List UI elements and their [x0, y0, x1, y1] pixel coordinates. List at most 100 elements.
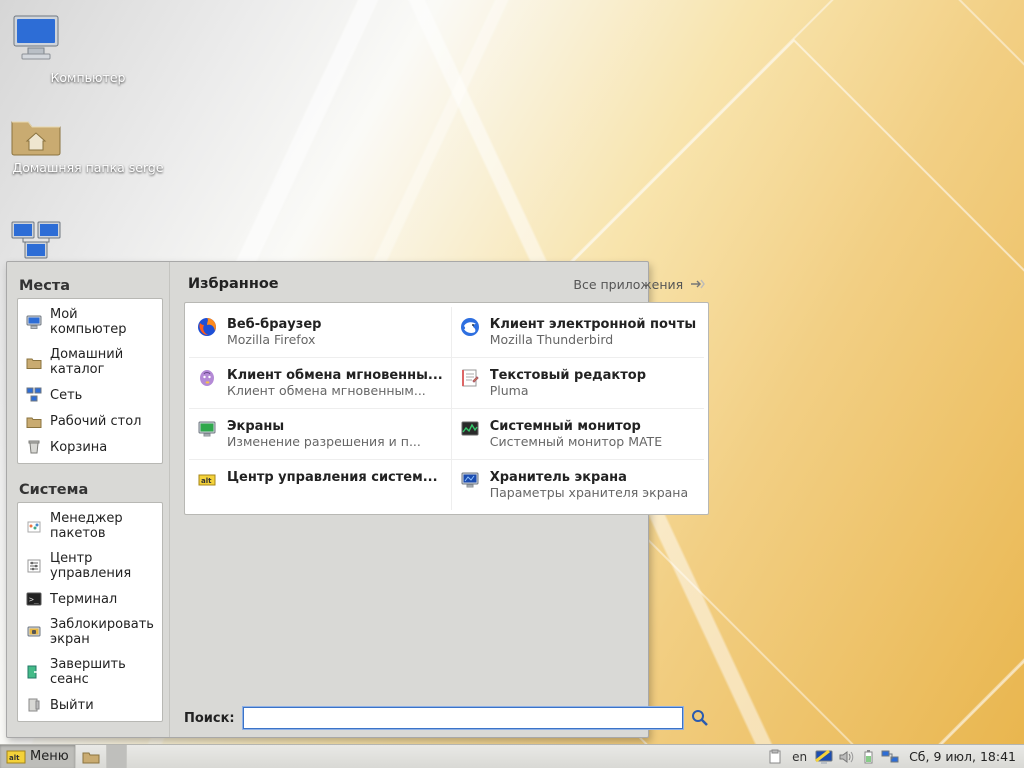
- svg-text:alt: alt: [201, 477, 212, 485]
- desktop-icon-home[interactable]: Домашняя папка serge: [8, 110, 168, 175]
- all-apps-button[interactable]: Все приложения: [573, 277, 705, 292]
- start-menu-sidebar: Места Мой компьютер Домашний каталог Сет…: [7, 262, 170, 737]
- show-desktop-button[interactable]: [107, 745, 127, 768]
- places-item-desktop[interactable]: Рабочий стол: [18, 408, 162, 434]
- computer-icon: [8, 10, 168, 66]
- favorite-subtitle: Клиент обмена мгновенным...: [227, 383, 443, 398]
- svg-text:>_: >_: [29, 595, 39, 604]
- menu-item-label: Домашний каталог: [50, 347, 154, 377]
- start-menu: Места Мой компьютер Домашний каталог Сет…: [6, 261, 649, 738]
- pidgin-icon: [197, 368, 217, 388]
- alt-icon: alt: [197, 470, 217, 490]
- terminal-icon: >_: [26, 591, 42, 607]
- favorite-subtitle: Mozilla Thunderbird: [490, 332, 696, 347]
- tray-battery-icon[interactable]: [859, 748, 877, 766]
- favorite-item-displays[interactable]: ЭкраныИзменение разрешения и п...: [189, 409, 452, 460]
- tray-network-icon[interactable]: [881, 748, 899, 766]
- favorite-title: Экраны: [227, 419, 421, 434]
- favorite-item-screensaver[interactable]: Хранитель экранаПараметры хранителя экра…: [452, 460, 704, 510]
- settings-icon: [26, 558, 42, 574]
- desktop-icon-network[interactable]: [8, 220, 168, 266]
- svg-text:alt: alt: [9, 754, 20, 762]
- search-input[interactable]: [243, 707, 684, 729]
- system-item-lock-screen[interactable]: Заблокировать экран: [18, 612, 162, 652]
- logout-icon: [26, 664, 42, 680]
- menu-item-label: Центр управления: [50, 551, 154, 581]
- favorites-grid: Веб-браузерMozilla Firefox Клиент электр…: [184, 302, 709, 515]
- tray-display-icon[interactable]: [815, 748, 833, 766]
- system-item-logout[interactable]: Завершить сеанс: [18, 652, 162, 692]
- screensaver-icon: [460, 470, 480, 490]
- tray-clipboard-icon[interactable]: [766, 748, 784, 766]
- favorite-item-thunderbird[interactable]: Клиент электронной почтыMozilla Thunderb…: [452, 307, 704, 358]
- start-menu-main: Избранное Все приложения Веб-браузерMozi…: [170, 262, 723, 737]
- places-item-home[interactable]: Домашний каталог: [18, 342, 162, 382]
- system-item-terminal[interactable]: >_ Терминал: [18, 586, 162, 612]
- search-label: Поиск:: [184, 711, 235, 726]
- system-list: Менеджер пакетов Центр управления >_ Тер…: [17, 502, 163, 722]
- alt-logo-icon: alt: [6, 749, 26, 765]
- favorite-title: Системный монитор: [490, 419, 662, 434]
- menu-item-label: Завершить сеанс: [50, 657, 154, 687]
- menu-item-label: Корзина: [50, 440, 107, 455]
- tray-volume-icon[interactable]: [837, 748, 855, 766]
- chevron-right-icon: [689, 278, 705, 290]
- home-folder-icon: [26, 354, 42, 370]
- taskbar-file-manager-button[interactable]: [76, 745, 107, 768]
- system-item-package-manager[interactable]: Менеджер пакетов: [18, 506, 162, 546]
- system-tray: en Сб, 9 июл, 18:41: [760, 745, 1024, 768]
- favorite-subtitle: Mozilla Firefox: [227, 332, 322, 347]
- favorite-subtitle: Параметры хранителя экрана: [490, 485, 688, 500]
- shutdown-icon: [26, 697, 42, 713]
- package-icon: [26, 518, 42, 534]
- text-editor-icon: [460, 368, 480, 388]
- favorite-subtitle: Изменение разрешения и п...: [227, 434, 421, 449]
- places-list: Мой компьютер Домашний каталог Сеть Рабо…: [17, 298, 163, 464]
- display-icon: [197, 419, 217, 439]
- keyboard-layout-indicator[interactable]: en: [788, 750, 811, 764]
- favorite-title: Центр управления систем...: [227, 470, 438, 485]
- home-folder-icon: [8, 110, 168, 156]
- network-icon: [8, 220, 168, 262]
- favorite-title: Хранитель экрана: [490, 470, 688, 485]
- firefox-icon: [197, 317, 217, 337]
- favorite-title: Клиент обмена мгновенны...: [227, 368, 443, 383]
- system-monitor-icon: [460, 419, 480, 439]
- menu-item-label: Менеджер пакетов: [50, 511, 154, 541]
- favorites-heading: Избранное: [188, 276, 279, 292]
- search-icon[interactable]: [691, 709, 709, 727]
- places-heading: Места: [19, 278, 161, 294]
- places-item-network[interactable]: Сеть: [18, 382, 162, 408]
- desktop-icon-computer[interactable]: Компьютер: [8, 10, 168, 85]
- taskbar: alt Меню en Сб, 9 июл, 18:41: [0, 744, 1024, 768]
- menu-item-label: Рабочий стол: [50, 414, 141, 429]
- thunderbird-icon: [460, 317, 480, 337]
- favorite-title: Веб-браузер: [227, 317, 322, 332]
- favorite-item-system-monitor[interactable]: Системный мониторСистемный монитор MATE: [452, 409, 704, 460]
- folder-icon: [26, 413, 42, 429]
- menu-button[interactable]: alt Меню: [0, 745, 76, 768]
- favorite-item-firefox[interactable]: Веб-браузерMozilla Firefox: [189, 307, 452, 358]
- lock-icon: [26, 624, 42, 640]
- favorite-subtitle: Pluma: [490, 383, 646, 398]
- favorite-subtitle: Системный монитор MATE: [490, 434, 662, 449]
- favorite-item-im-client[interactable]: Клиент обмена мгновенны...Клиент обмена …: [189, 358, 452, 409]
- places-item-trash[interactable]: Корзина: [18, 434, 162, 460]
- system-heading: Система: [19, 482, 161, 498]
- computer-icon: [26, 314, 42, 330]
- desktop-icon-label: Домашняя папка serge: [8, 160, 168, 175]
- favorite-title: Текстовый редактор: [490, 368, 646, 383]
- network-icon: [26, 387, 42, 403]
- menu-button-label: Меню: [30, 749, 69, 764]
- system-item-control-center[interactable]: Центр управления: [18, 546, 162, 586]
- desktop-icon-label: Компьютер: [8, 70, 168, 85]
- search-bar: Поиск:: [184, 697, 709, 729]
- system-item-shutdown[interactable]: Выйти: [18, 692, 162, 718]
- places-item-my-computer[interactable]: Мой компьютер: [18, 302, 162, 342]
- menu-item-label: Терминал: [50, 592, 117, 607]
- favorite-item-system-control-center[interactable]: alt Центр управления систем...: [189, 460, 452, 510]
- favorite-item-text-editor[interactable]: Текстовый редакторPluma: [452, 358, 704, 409]
- trash-icon: [26, 439, 42, 455]
- clock[interactable]: Сб, 9 июл, 18:41: [903, 749, 1018, 764]
- menu-item-label: Выйти: [50, 698, 94, 713]
